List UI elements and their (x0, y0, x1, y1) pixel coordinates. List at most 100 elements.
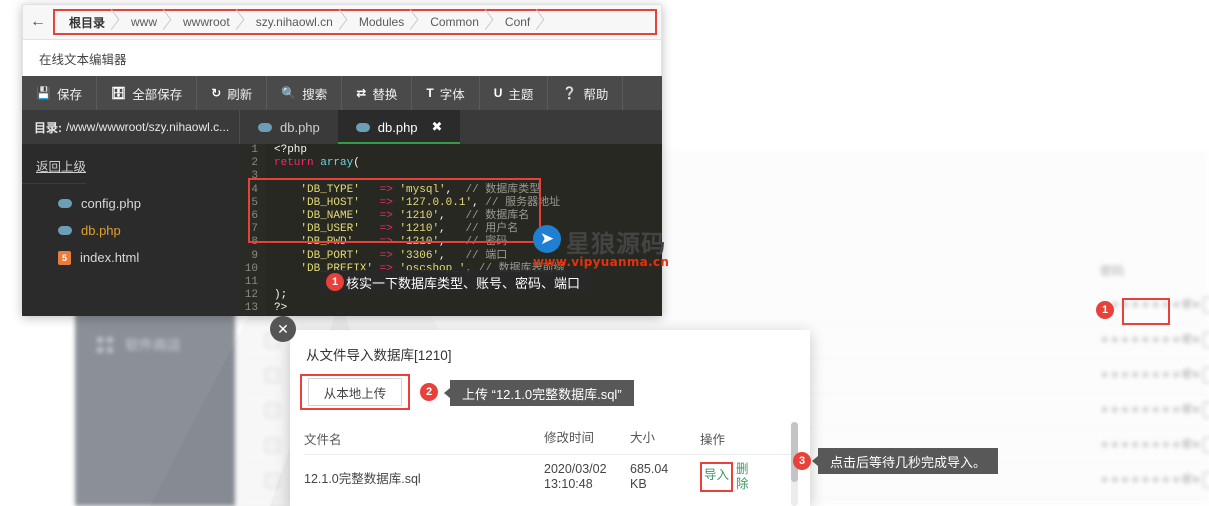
save-all-icon: 🗄 (110, 86, 127, 100)
breadcrumb-bar: ← 根目录 www wwwroot szy.nihaowl.cn Modules… (22, 4, 662, 40)
column-header-filename: 文件名 (304, 432, 342, 447)
cell-modified: 2020/03/02 13:10:48 (544, 462, 630, 492)
eye-icon[interactable]: 👁 (1180, 403, 1195, 415)
eye-icon[interactable]: 👁 (1180, 473, 1195, 485)
save-button[interactable]: 💾 保存 (22, 76, 97, 110)
code-text: <?php (274, 144, 308, 156)
eye-icon[interactable]: 👁 (1180, 438, 1195, 450)
row-checkbox[interactable] (265, 473, 280, 488)
font-button[interactable]: T 字体 (412, 76, 480, 110)
editor-toolbar: 💾 保存 🗄 全部保存 ↻ 刷新 🔍 搜索 ⇄ 替换 T 字体 U 主题 ❔ 帮… (22, 76, 662, 110)
breadcrumb-item-www[interactable]: www (117, 11, 169, 33)
copy-icon[interactable] (1203, 402, 1209, 418)
line-number: 13 (240, 302, 266, 316)
code-text: 'DB_PORT' => '3306', // 端口 (274, 249, 508, 262)
code-text: 'DB_NAME' => '1210', // 数据库名 (274, 209, 530, 222)
code-line: 2 return array( (240, 157, 662, 171)
line-number: 10 (240, 262, 266, 276)
font-icon: T (426, 86, 434, 100)
row-checkbox[interactable] (265, 438, 280, 453)
line-number: 9 (240, 249, 266, 263)
directory-label-prefix: 目录: (34, 120, 62, 135)
code-line: 8 'DB_PWD' => '1210', // 密码 (240, 236, 662, 250)
size-number: 685.04 (630, 462, 669, 476)
copy-icon[interactable] (1203, 437, 1209, 453)
tab-db-php-2[interactable]: db.php ✖ (337, 110, 461, 144)
annotation-badge-3: 3 (793, 452, 811, 470)
refresh-button[interactable]: ↻ 刷新 (197, 76, 268, 110)
search-button[interactable]: 🔍 搜索 (267, 76, 343, 110)
breadcrumb: 根目录 www wwwroot szy.nihaowl.cn Modules C… (53, 9, 657, 35)
code-line: 1 <?php (240, 144, 662, 158)
annotation-badge-1: 1 (326, 273, 344, 291)
line-number: 6 (240, 209, 266, 224)
delete-char-1: 删 (736, 462, 749, 476)
save-all-label: 全部保存 (132, 87, 183, 102)
copy-icon[interactable] (1203, 367, 1209, 383)
cell-filename: 12.1.0完整数据库.sql (304, 471, 421, 486)
php-file-icon (58, 226, 72, 235)
tab-label: db.php (377, 119, 418, 135)
file-item-index-html[interactable]: 5 index.html (22, 244, 240, 271)
back-arrow-icon[interactable]: ← (23, 5, 53, 39)
code-line: 9 'DB_PORT' => '3306', // 端口 (240, 249, 662, 263)
close-icon[interactable]: ✕ (270, 316, 296, 342)
eye-icon[interactable]: 👁 (1180, 298, 1195, 310)
save-all-button[interactable]: 🗄 全部保存 (97, 76, 198, 110)
eye-icon[interactable]: 👁 (1180, 368, 1195, 380)
html-file-icon: 5 (58, 250, 71, 265)
directory-label: 目录: /www/wwwroot/szy.nihaowl.c... (22, 110, 240, 144)
sidebar-item-appstore[interactable]: 软件商店 (75, 322, 235, 368)
file-table-row[interactable]: 12.1.0完整数据库.sql 2020/03/02 13:10:48 685.… (304, 422, 798, 506)
code-text: 'DB_PWD' => '1210', // 密码 (274, 236, 508, 249)
breadcrumb-item-conf[interactable]: Conf (491, 11, 542, 33)
eye-icon[interactable]: 👁 (1180, 333, 1195, 345)
breadcrumb-item-wwwroot[interactable]: wwwroot (169, 11, 242, 33)
column-header-modified: 修改时间 (544, 430, 595, 445)
cell-size: 685.04 KB (630, 462, 700, 492)
search-icon: 🔍 (281, 86, 297, 100)
copy-icon[interactable] (1203, 297, 1209, 313)
annotation-badge-1-row: 1 (1096, 301, 1114, 319)
line-number: 7 (240, 223, 266, 237)
line-number: 8 (240, 236, 266, 250)
modified-date: 2020/03/02 (544, 462, 607, 476)
go-up-link[interactable]: 返回上级 (22, 152, 87, 184)
breadcrumb-item-root[interactable]: 根目录 (55, 11, 117, 33)
php-file-icon (258, 122, 272, 132)
php-file-icon (355, 122, 370, 132)
size-unit: KB (630, 477, 647, 491)
row-checkbox[interactable] (265, 368, 280, 383)
file-item-config-php[interactable]: config.php (22, 190, 240, 217)
row-checkbox[interactable] (265, 403, 280, 418)
tab-db-php-1[interactable]: db.php (240, 110, 338, 144)
theme-label: 主题 (508, 87, 534, 102)
replace-icon: ⇄ (356, 86, 367, 100)
line-number: 5 (240, 196, 266, 210)
line-number: 2 (240, 157, 266, 171)
help-button[interactable]: ❔ 帮助 (548, 76, 624, 110)
search-label: 搜索 (302, 87, 328, 102)
import-button[interactable]: 导入 (704, 468, 729, 482)
upload-from-local-button[interactable]: 从本地上传 (308, 378, 402, 406)
sidebar-item-label: 软件商店 (125, 337, 181, 353)
breadcrumb-item-domain[interactable]: szy.nihaowl.cn (242, 11, 345, 33)
theme-button[interactable]: U 主题 (480, 76, 549, 110)
file-item-label: index.html (80, 250, 140, 265)
code-line: 4 'DB_TYPE' => 'mysql', // 数据库类型 (240, 183, 662, 197)
breadcrumb-item-common[interactable]: Common (416, 11, 491, 33)
directory-label-path: /www/wwwroot/szy.nihaowl.c... (66, 120, 230, 134)
close-icon[interactable]: ✖ (432, 119, 443, 135)
delete-button[interactable]: 删 除 (736, 462, 750, 492)
code-text: 'DB_USER' => '1210', // 用户名 (274, 223, 519, 236)
column-header-password: 密码 (1100, 264, 1125, 278)
copy-icon[interactable] (1203, 472, 1209, 488)
replace-button[interactable]: ⇄ 替换 (342, 76, 413, 110)
file-item-db-php[interactable]: db.php (22, 217, 240, 244)
breadcrumb-item-modules[interactable]: Modules (345, 11, 416, 33)
modal-title: 从文件导入数据库[1210] (306, 348, 452, 363)
line-number: 1 (240, 144, 266, 158)
copy-icon[interactable] (1203, 332, 1209, 348)
code-text: ); (274, 289, 288, 302)
annotation-tooltip-1: 核实一下数据库类型、账号、密码、端口 (320, 270, 591, 294)
